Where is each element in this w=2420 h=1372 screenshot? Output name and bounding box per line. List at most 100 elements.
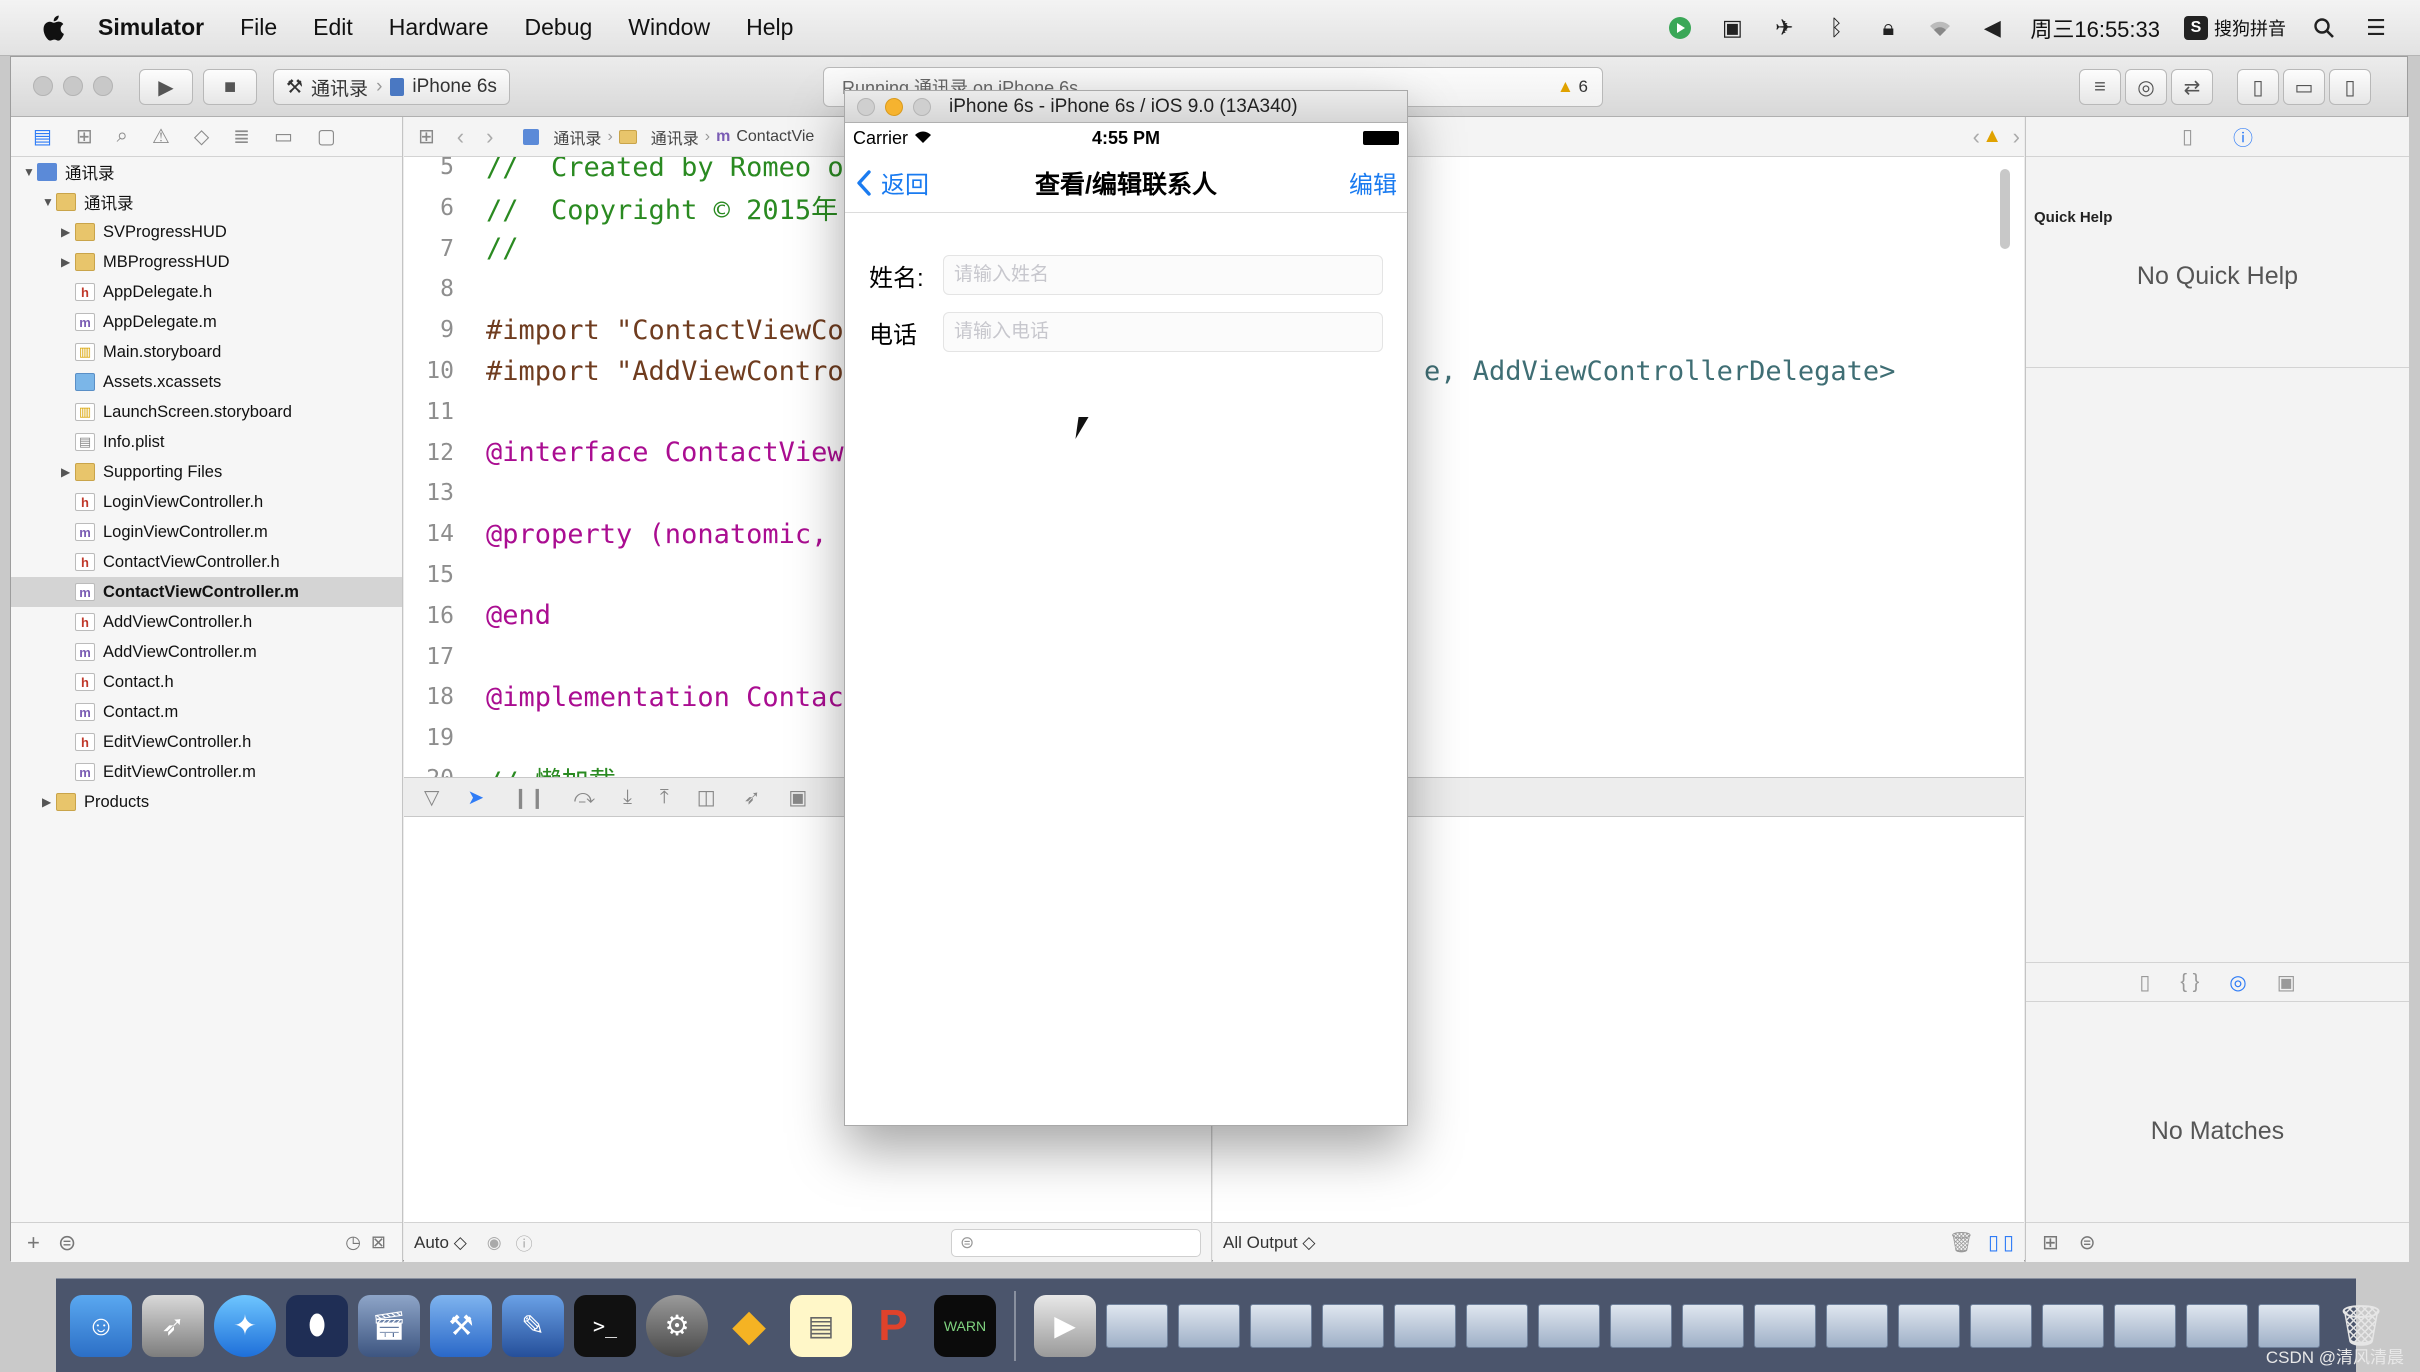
breadcrumb[interactable]: 通讯录 › 通讯录 › m ContactVie — [523, 125, 814, 149]
assistant-editor-button[interactable]: ◎ — [2125, 69, 2167, 105]
simulator-minimize-button[interactable] — [885, 98, 903, 116]
console-app-icon[interactable]: WARN — [934, 1294, 996, 1357]
minimized-window-4[interactable] — [1322, 1303, 1384, 1348]
minimized-window-7[interactable] — [1538, 1303, 1600, 1348]
minimized-window-6[interactable] — [1466, 1303, 1528, 1348]
wifi-icon[interactable] — [1926, 14, 1954, 42]
disclosure-closed-icon[interactable]: ▶ — [61, 465, 75, 479]
version-editor-button[interactable]: ⇄ — [2171, 69, 2213, 105]
instruments-icon[interactable]: ✎ — [502, 1294, 564, 1357]
airplane-icon[interactable]: ✈ — [1770, 14, 1798, 42]
bluetooth-icon[interactable]: ᛒ — [1822, 14, 1850, 42]
file-tree-item[interactable]: ▥ LaunchScreen.storyboard — [11, 397, 402, 427]
recent-files-icon[interactable]: ◷ — [345, 1232, 361, 1253]
minimized-window-17[interactable] — [2258, 1303, 2320, 1348]
file-inspector-icon[interactable]: ▯ — [2182, 124, 2193, 149]
file-tree-item[interactable]: h ContactViewController.h — [11, 547, 402, 577]
media-library-icon[interactable]: ▣ — [2277, 970, 2296, 995]
warning-icon[interactable]: ▲ — [1982, 125, 2002, 148]
file-tree-item[interactable]: ▼ 通讯录 — [11, 157, 402, 187]
eye-icon[interactable]: ◉ — [487, 1233, 502, 1253]
console-output-select[interactable]: All Output ◇ — [1223, 1233, 1315, 1253]
file-tree-item[interactable]: ▶ MBProgressHUD — [11, 247, 402, 277]
terminal-icon[interactable]: >_ — [574, 1294, 636, 1357]
file-tree-item[interactable]: ▤ Info.plist — [11, 427, 402, 457]
filter-icon[interactable]: ⊜ — [2079, 1230, 2096, 1255]
file-tree-item[interactable]: ▶ SVProgressHUD — [11, 217, 402, 247]
finder-icon[interactable]: ☺ — [70, 1294, 132, 1357]
menu-help[interactable]: Help — [746, 14, 793, 41]
filter-icon[interactable]: ⊜ — [58, 1230, 76, 1256]
back-arrow-icon[interactable]: ‹ — [457, 124, 464, 150]
file-template-library-icon[interactable]: ▯ — [2139, 970, 2150, 995]
issue-navigator-icon[interactable]: ⚠ — [152, 124, 170, 149]
trash-icon[interactable]: 🗑︎ — [1949, 1230, 1974, 1255]
edit-button[interactable]: 编辑 — [1349, 165, 1397, 200]
camera-icon[interactable]: ▣ — [1718, 14, 1746, 42]
minimized-window-14[interactable] — [2042, 1303, 2104, 1348]
console-layout-toggle[interactable]: ▯ ▯ — [1988, 1230, 2014, 1255]
minimize-button[interactable] — [63, 76, 83, 96]
file-tree-item[interactable]: h LoginViewController.h — [11, 487, 402, 517]
minimized-window-2[interactable] — [1178, 1303, 1240, 1348]
disclosure-closed-icon[interactable]: ▶ — [42, 795, 56, 809]
forward-arrow-icon[interactable]: › — [486, 124, 493, 150]
menu-debug[interactable]: Debug — [525, 14, 593, 41]
minimized-window-1[interactable] — [1106, 1303, 1168, 1348]
pause-icon[interactable]: ❙❙ — [512, 785, 546, 810]
notification-center-icon[interactable]: ☰ — [2362, 14, 2390, 42]
simulator-zoom-button[interactable] — [913, 98, 931, 116]
breakpoints-toggle-icon[interactable]: ➤ — [467, 785, 484, 810]
disclosure-closed-icon[interactable]: ▶ — [61, 255, 75, 269]
find-navigator-icon[interactable]: ⌕ — [117, 125, 128, 148]
step-into-icon[interactable]: ⤓ — [623, 786, 632, 809]
variables-scope-select[interactable]: Auto ◇ — [414, 1233, 467, 1253]
menu-file[interactable]: File — [240, 14, 277, 41]
lock-icon[interactable]: 🔒︎ — [1874, 14, 1902, 42]
toggle-debug-area-button[interactable]: ▭ — [2283, 69, 2325, 105]
file-tree-item[interactable]: Assets.xcassets — [11, 367, 402, 397]
safari-icon[interactable]: ✦ — [214, 1294, 276, 1357]
frame-selector-icon[interactable]: ▣ — [788, 785, 807, 810]
simulator-titlebar[interactable]: iPhone 6s - iPhone 6s / iOS 9.0 (13A340) — [845, 91, 1407, 123]
minimized-window-8[interactable] — [1610, 1303, 1672, 1348]
disclosure-closed-icon[interactable]: ▶ — [61, 225, 75, 239]
input-method[interactable]: S 搜狗拼音 — [2184, 15, 2286, 41]
scm-filter-icon[interactable]: ⊠ — [371, 1232, 386, 1253]
menu-app-name[interactable]: Simulator — [98, 14, 204, 41]
file-tree-item[interactable]: m LoginViewController.m — [11, 517, 402, 547]
mouse-app-icon[interactable]: ⬮ — [286, 1294, 348, 1357]
minimized-window-16[interactable] — [2186, 1303, 2248, 1348]
sketch-icon[interactable]: ◆ — [718, 1295, 780, 1357]
file-tree-item[interactable]: h AddViewController.h — [11, 607, 402, 637]
debug-navigator-icon[interactable]: ≣ — [233, 124, 250, 149]
test-navigator-icon[interactable]: ◇ — [194, 124, 209, 149]
file-tree-item[interactable]: h Contact.h — [11, 667, 402, 697]
minimized-window-15[interactable] — [2114, 1303, 2176, 1348]
minimized-window-10[interactable] — [1754, 1303, 1816, 1348]
scheme-selector[interactable]: ⚒ 通讯录 › iPhone 6s — [273, 69, 510, 105]
phone-field[interactable] — [943, 312, 1383, 352]
file-tree-item[interactable]: m ContactViewController.m — [11, 577, 402, 607]
location-icon[interactable]: ➶ — [744, 785, 761, 810]
stop-button[interactable]: ■ — [203, 69, 257, 105]
back-button[interactable]: 返回 — [855, 165, 929, 200]
file-tree-item[interactable]: ▥ Main.storyboard — [11, 337, 402, 367]
code-snippet-library-icon[interactable]: { } — [2180, 971, 2199, 994]
simulator-close-button[interactable] — [857, 98, 875, 116]
minimized-window-11[interactable] — [1826, 1303, 1888, 1348]
menu-hardware[interactable]: Hardware — [389, 14, 489, 41]
menu-window[interactable]: Window — [628, 14, 710, 41]
minimized-window-3[interactable] — [1250, 1303, 1312, 1348]
file-tree-item[interactable]: m AppDelegate.m — [11, 307, 402, 337]
zoom-button[interactable] — [93, 76, 113, 96]
menu-edit[interactable]: Edit — [313, 14, 353, 41]
related-items-icon[interactable]: ⊞ — [418, 124, 435, 149]
report-navigator-icon[interactable]: ▢ — [317, 124, 336, 149]
minimized-window-12[interactable] — [1898, 1303, 1960, 1348]
xcode-icon[interactable]: ⚒ — [430, 1294, 492, 1357]
file-tree-item[interactable]: m Contact.m — [11, 697, 402, 727]
name-field[interactable] — [943, 255, 1383, 295]
minimized-window-9[interactable] — [1682, 1303, 1744, 1348]
hide-debug-area-icon[interactable]: ▽ — [424, 785, 439, 810]
